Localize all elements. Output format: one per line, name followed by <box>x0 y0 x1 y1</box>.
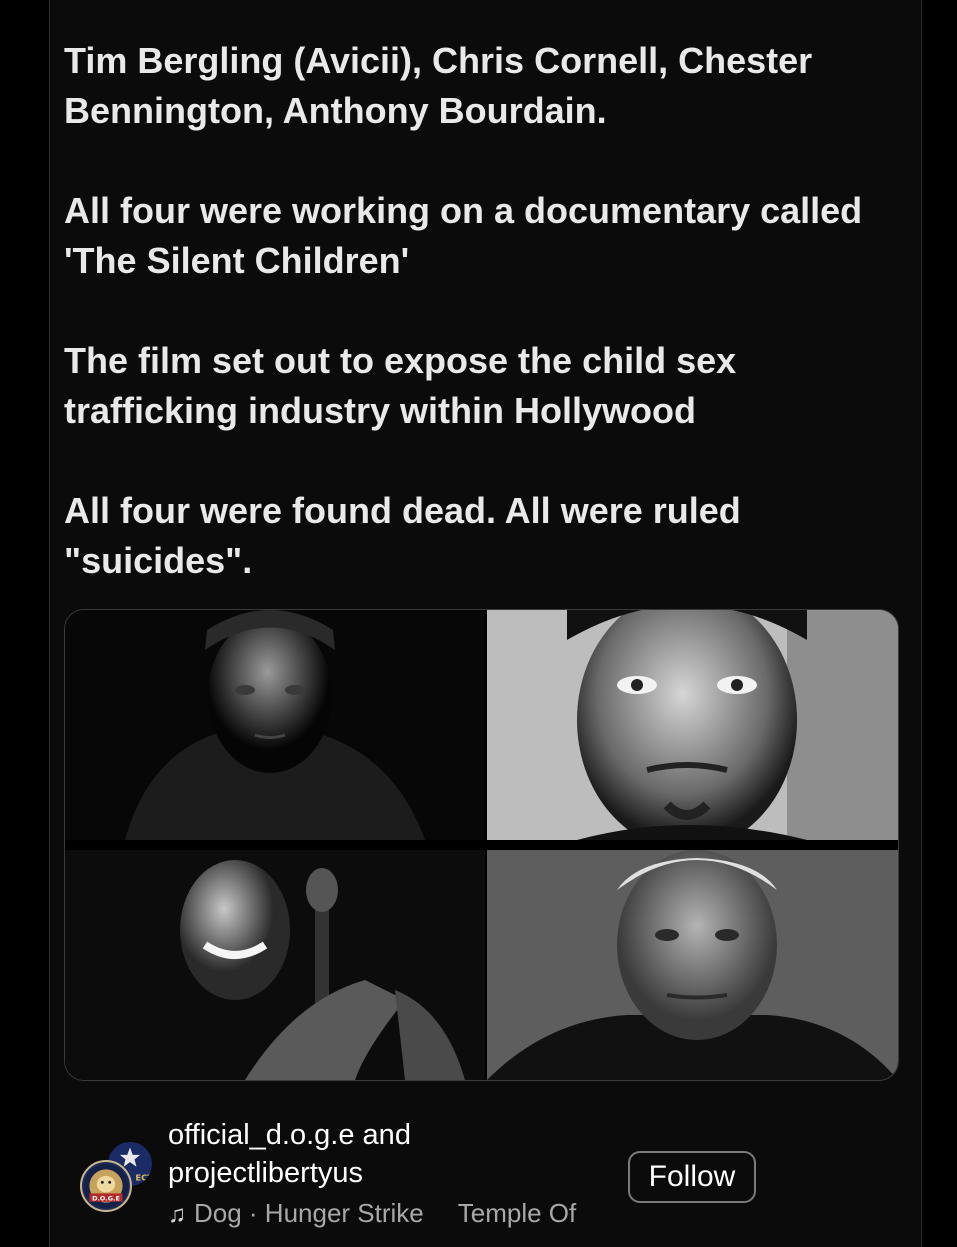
author-names: official_d.o.g.e and projectlibertyus <box>168 1116 608 1192</box>
follow-button[interactable]: Follow <box>628 1151 756 1203</box>
post-paragraph: All four were found dead. All were ruled… <box>64 490 751 581</box>
author-primary-link[interactable]: official_d.o.g.e <box>168 1119 355 1151</box>
audio-track-text-next: Temple Of <box>457 1198 577 1228</box>
author-avatars[interactable]: ECT TY D.O.G.E <box>80 1140 154 1214</box>
post-paragraph: Tim Bergling (Avicii), Chris Cornell, Ch… <box>64 40 823 131</box>
author-secondary-link[interactable]: projectlibertyus <box>168 1157 363 1189</box>
photo-top-right[interactable] <box>487 610 898 840</box>
photo-top-left[interactable] <box>65 610 485 840</box>
post-paragraph: All four were working on a documentary c… <box>64 190 873 281</box>
author-joiner: and <box>354 1119 411 1151</box>
audio-track-text: Dog · Hunger Strike <box>194 1198 424 1228</box>
post-card: Tim Bergling (Avicii), Chris Cornell, Ch… <box>49 0 922 1247</box>
photo-bottom-left[interactable] <box>65 850 485 1080</box>
music-note-icon: ♫ <box>168 1201 186 1228</box>
avatar-primary-label: D.O.G.E <box>92 1194 120 1202</box>
avatar-secondary-label: ECT TY <box>136 1173 153 1183</box>
photo-bottom-right[interactable] <box>487 850 898 1080</box>
avatar-primary[interactable]: D.O.G.E <box>80 1160 132 1212</box>
audio-track[interactable]: ♫ Dog · Hunger Strike Temple Of <box>168 1196 608 1232</box>
post-paragraph: The film set out to expose the child sex… <box>64 340 747 431</box>
post-text: Tim Bergling (Avicii), Chris Cornell, Ch… <box>64 36 904 586</box>
reel-footer: ECT TY D.O.G.E official_d.o.g.e and proj… <box>50 1100 921 1247</box>
image-grid[interactable] <box>64 609 899 1081</box>
